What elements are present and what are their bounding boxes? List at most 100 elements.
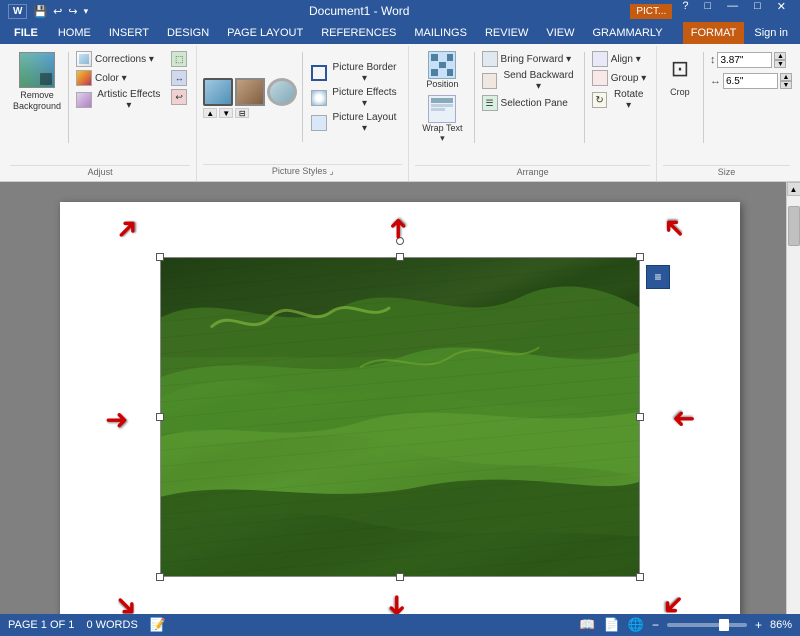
style-preview-2	[235, 78, 265, 106]
align-btn[interactable]: Align ▾	[589, 50, 650, 68]
height-spin-up[interactable]: ▲	[774, 52, 786, 60]
send-backward-icon	[482, 73, 498, 89]
style-preview-1	[203, 78, 233, 106]
help-btn[interactable]: ?	[676, 0, 694, 22]
crop-label: Crop	[670, 87, 690, 97]
handle-bottom-middle[interactable]	[396, 573, 404, 581]
align-label: Align ▾	[611, 54, 641, 65]
height-spin-down[interactable]: ▼	[774, 60, 786, 68]
insert-tab[interactable]: INSERT	[101, 22, 157, 44]
picture-effects-btn[interactable]: Picture Effects ▾	[308, 86, 402, 110]
handle-middle-right[interactable]	[636, 413, 644, 421]
wrap-text-btn[interactable]: Wrap Text ▾	[415, 92, 469, 147]
proofing-icon[interactable]: 📝	[150, 617, 166, 633]
minimize-btn[interactable]: —	[721, 0, 744, 22]
height-icon: ↕	[710, 54, 716, 66]
document-area: ≡ ➜ ➜ ➜ ➜ ➜ ➜ ➜ ➜ ▲ ▼	[0, 182, 800, 614]
handle-top-left[interactable]	[156, 253, 164, 261]
arrow-top-right: ➜	[653, 209, 693, 249]
handle-top-right[interactable]	[636, 253, 644, 261]
quick-access-redo[interactable]: ↪	[68, 5, 77, 18]
word-count: 0 WORDS	[86, 619, 137, 631]
selection-pane-icon: ☰	[482, 95, 498, 111]
menu-bar: FILE HOME INSERT DESIGN PAGE LAYOUT REFE…	[0, 22, 800, 44]
zoom-in-btn[interactable]: +	[755, 618, 762, 632]
width-spin-up[interactable]: ▲	[780, 73, 792, 81]
bring-forward-label: Bring Forward ▾	[501, 54, 572, 65]
quick-access-save[interactable]: 💾	[33, 5, 47, 18]
zoom-slider[interactable]	[667, 623, 747, 627]
page-layout-tab[interactable]: PAGE LAYOUT	[219, 22, 311, 44]
selection-pane-btn[interactable]: ☰ Selection Pane	[479, 94, 580, 112]
size-group: ⊡ Crop ↕ ▲ ▼ ↔ ▲ ▼	[657, 46, 796, 181]
arrange-group: Position Wrap Text ▾ Bring Forward ▾	[409, 46, 657, 181]
group-btn[interactable]: Group ▾	[589, 69, 650, 87]
style-scroll-up[interactable]: ▲	[203, 108, 217, 118]
style-scroll-down[interactable]: ▼	[219, 108, 233, 118]
corrections-btn[interactable]: Corrections ▾	[73, 50, 166, 68]
ribbon-display-btn[interactable]: □	[698, 0, 717, 22]
picture-border-btn[interactable]: Picture Border ▾	[308, 61, 402, 85]
references-tab[interactable]: REFERENCES	[313, 22, 404, 44]
handle-top-middle[interactable]	[396, 253, 404, 261]
print-layout-icon[interactable]: 📄	[604, 617, 620, 633]
style-expand[interactable]: ⊟	[235, 108, 249, 118]
quick-access-undo[interactable]: ↩	[53, 5, 62, 18]
sign-in-btn[interactable]: Sign in	[746, 22, 796, 44]
picture-border-icon	[311, 65, 327, 81]
ribbon: RemoveBackground Corrections ▾ Color ▾	[0, 44, 800, 182]
color-btn[interactable]: Color ▾	[73, 69, 166, 87]
compress-btn[interactable]: ⬚	[168, 50, 190, 68]
zoom-level[interactable]: 86%	[770, 619, 792, 631]
view-tab[interactable]: VIEW	[538, 22, 582, 44]
scroll-thumb[interactable]	[788, 206, 800, 246]
send-backward-btn[interactable]: Send Backward ▾	[479, 69, 580, 93]
handle-bottom-right[interactable]	[636, 573, 644, 581]
arrange-label: Arrange	[415, 165, 650, 179]
height-input[interactable]	[717, 52, 772, 68]
position-btn[interactable]: Position	[422, 48, 462, 92]
file-menu[interactable]: FILE	[4, 22, 48, 44]
artistic-effects-btn[interactable]: Artistic Effects ▾	[73, 88, 166, 112]
format-tab[interactable]: FORMAT	[683, 22, 745, 44]
arrow-bottom-middle: ➜	[381, 594, 414, 614]
design-tab[interactable]: DESIGN	[159, 22, 217, 44]
crop-btn[interactable]: ⊡ Crop	[663, 48, 697, 100]
picture-layout-btn[interactable]: Picture Layout ▾	[308, 111, 402, 135]
scroll-up-btn[interactable]: ▲	[787, 182, 800, 196]
remove-background-btn[interactable]: RemoveBackground	[10, 48, 64, 116]
color-icon	[76, 70, 92, 86]
send-backward-label: Send Backward ▾	[500, 70, 576, 92]
handle-bottom-left[interactable]	[156, 573, 164, 581]
size-label: Size	[663, 165, 790, 179]
width-spin-down[interactable]: ▼	[780, 81, 792, 89]
selected-image[interactable]	[160, 257, 640, 577]
style-preview-3	[267, 78, 297, 106]
grammarly-tab[interactable]: GRAMMARLY	[584, 22, 670, 44]
read-mode-icon[interactable]: 📖	[579, 617, 595, 633]
window-title: Document1 - Word	[88, 4, 630, 18]
change-picture-btn[interactable]: ↔	[168, 69, 190, 87]
close-btn[interactable]: ✕	[771, 0, 792, 22]
height-spinner: ▲ ▼	[774, 52, 786, 68]
reset-picture-btn[interactable]: ↩	[168, 88, 190, 106]
picture-layout-label: Picture Layout ▾	[330, 112, 400, 134]
align-icon	[592, 51, 608, 67]
rotate-btn[interactable]: ↻ Rotate ▾	[589, 88, 650, 112]
home-tab[interactable]: HOME	[50, 22, 99, 44]
zoom-out-btn[interactable]: −	[652, 618, 659, 632]
bring-forward-btn[interactable]: Bring Forward ▾	[479, 50, 580, 68]
image-container[interactable]: ≡ ➜ ➜ ➜ ➜ ➜ ➜ ➜ ➜	[160, 257, 640, 577]
width-input[interactable]	[723, 73, 778, 89]
scroll-track	[787, 196, 800, 614]
layout-options-icon[interactable]: ≡	[646, 265, 670, 289]
web-layout-icon[interactable]: 🌐	[628, 617, 644, 633]
status-bar: PAGE 1 OF 1 0 WORDS 📝 📖 📄 🌐 − + 86%	[0, 614, 800, 636]
reset-picture-icon: ↩	[171, 89, 187, 105]
color-label: Color ▾	[95, 73, 127, 84]
handle-middle-left[interactable]	[156, 413, 164, 421]
maximize-btn[interactable]: □	[748, 0, 767, 22]
review-tab[interactable]: REVIEW	[477, 22, 536, 44]
mailings-tab[interactable]: MAILINGS	[406, 22, 475, 44]
rotation-handle[interactable]	[396, 237, 404, 245]
